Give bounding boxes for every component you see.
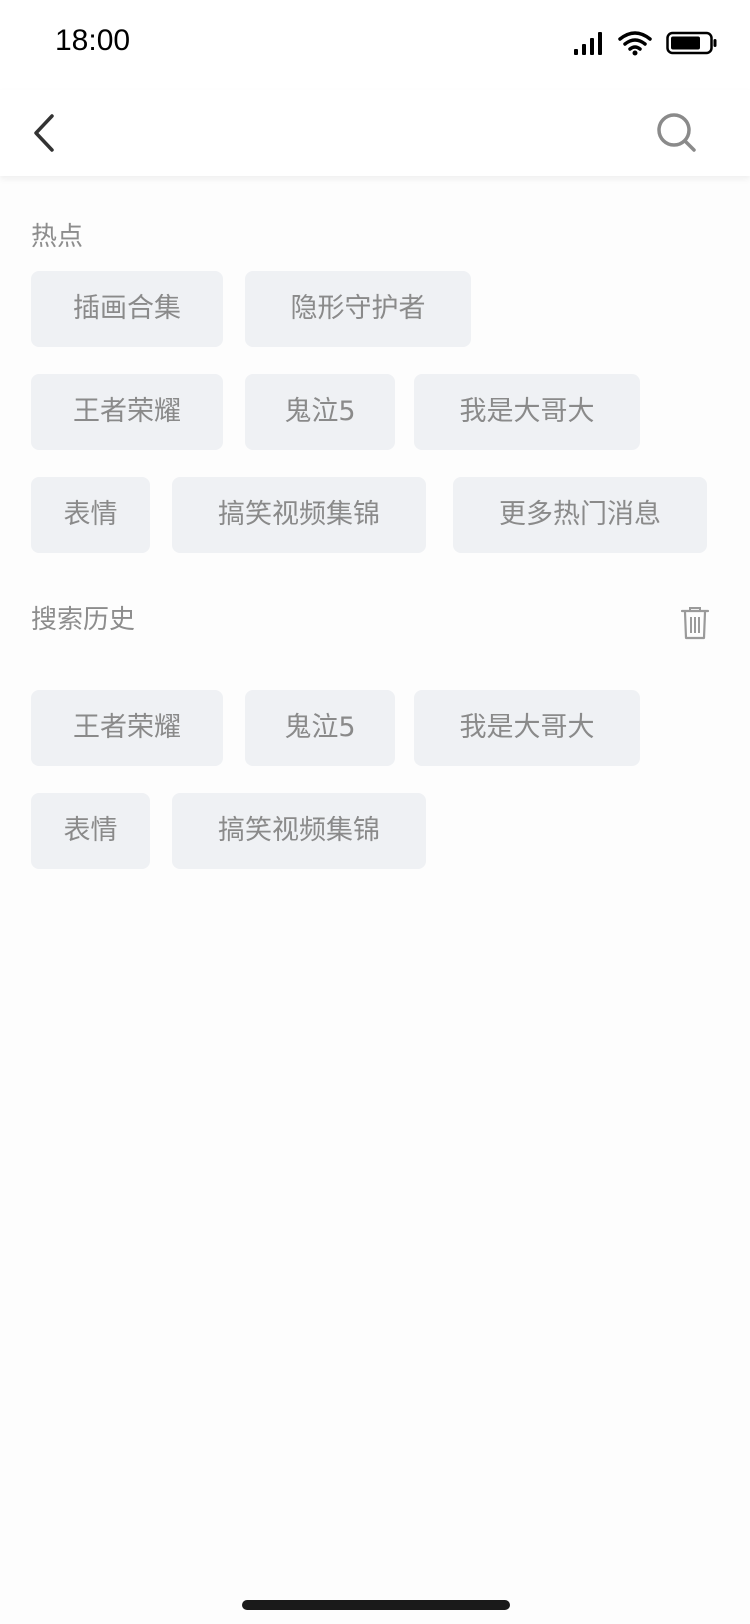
trash-icon bbox=[680, 607, 710, 640]
history-tag[interactable]: 王者荣耀 bbox=[31, 690, 223, 766]
hot-tag[interactable]: 表情 bbox=[31, 477, 150, 553]
status-icons bbox=[574, 28, 718, 58]
hot-tag[interactable]: 搞笑视频集锦 bbox=[172, 477, 426, 553]
history-tag[interactable]: 搞笑视频集锦 bbox=[172, 793, 426, 869]
history-tag[interactable]: 表情 bbox=[31, 793, 150, 869]
hot-tag[interactable]: 鬼泣5 bbox=[245, 374, 395, 450]
status-time: 18:00 bbox=[55, 24, 131, 57]
wifi-icon bbox=[618, 31, 652, 56]
status-bar: 18:00 bbox=[0, 0, 750, 90]
chevron-left-icon bbox=[34, 114, 54, 152]
back-button[interactable] bbox=[26, 108, 66, 158]
search-icon bbox=[657, 113, 696, 152]
history-section-title: 搜索历史 bbox=[31, 605, 136, 635]
hot-tag[interactable]: 隐形守护者 bbox=[245, 271, 471, 347]
hot-tag[interactable]: 王者荣耀 bbox=[31, 374, 223, 450]
history-tag[interactable]: 我是大哥大 bbox=[414, 690, 640, 766]
hot-tag[interactable]: 我是大哥大 bbox=[414, 374, 640, 450]
hot-tag[interactable]: 更多热门消息 bbox=[453, 477, 707, 553]
home-indicator[interactable] bbox=[242, 1600, 510, 1610]
clear-history-button[interactable] bbox=[680, 606, 710, 640]
search-button[interactable] bbox=[654, 110, 700, 156]
hot-section-title: 热点 bbox=[31, 222, 84, 252]
cellular-signal-icon bbox=[574, 32, 602, 55]
hot-tag[interactable]: 插画合集 bbox=[31, 271, 223, 347]
battery-icon bbox=[666, 31, 717, 55]
nav-bar bbox=[0, 90, 750, 176]
history-tag[interactable]: 鬼泣5 bbox=[245, 690, 395, 766]
